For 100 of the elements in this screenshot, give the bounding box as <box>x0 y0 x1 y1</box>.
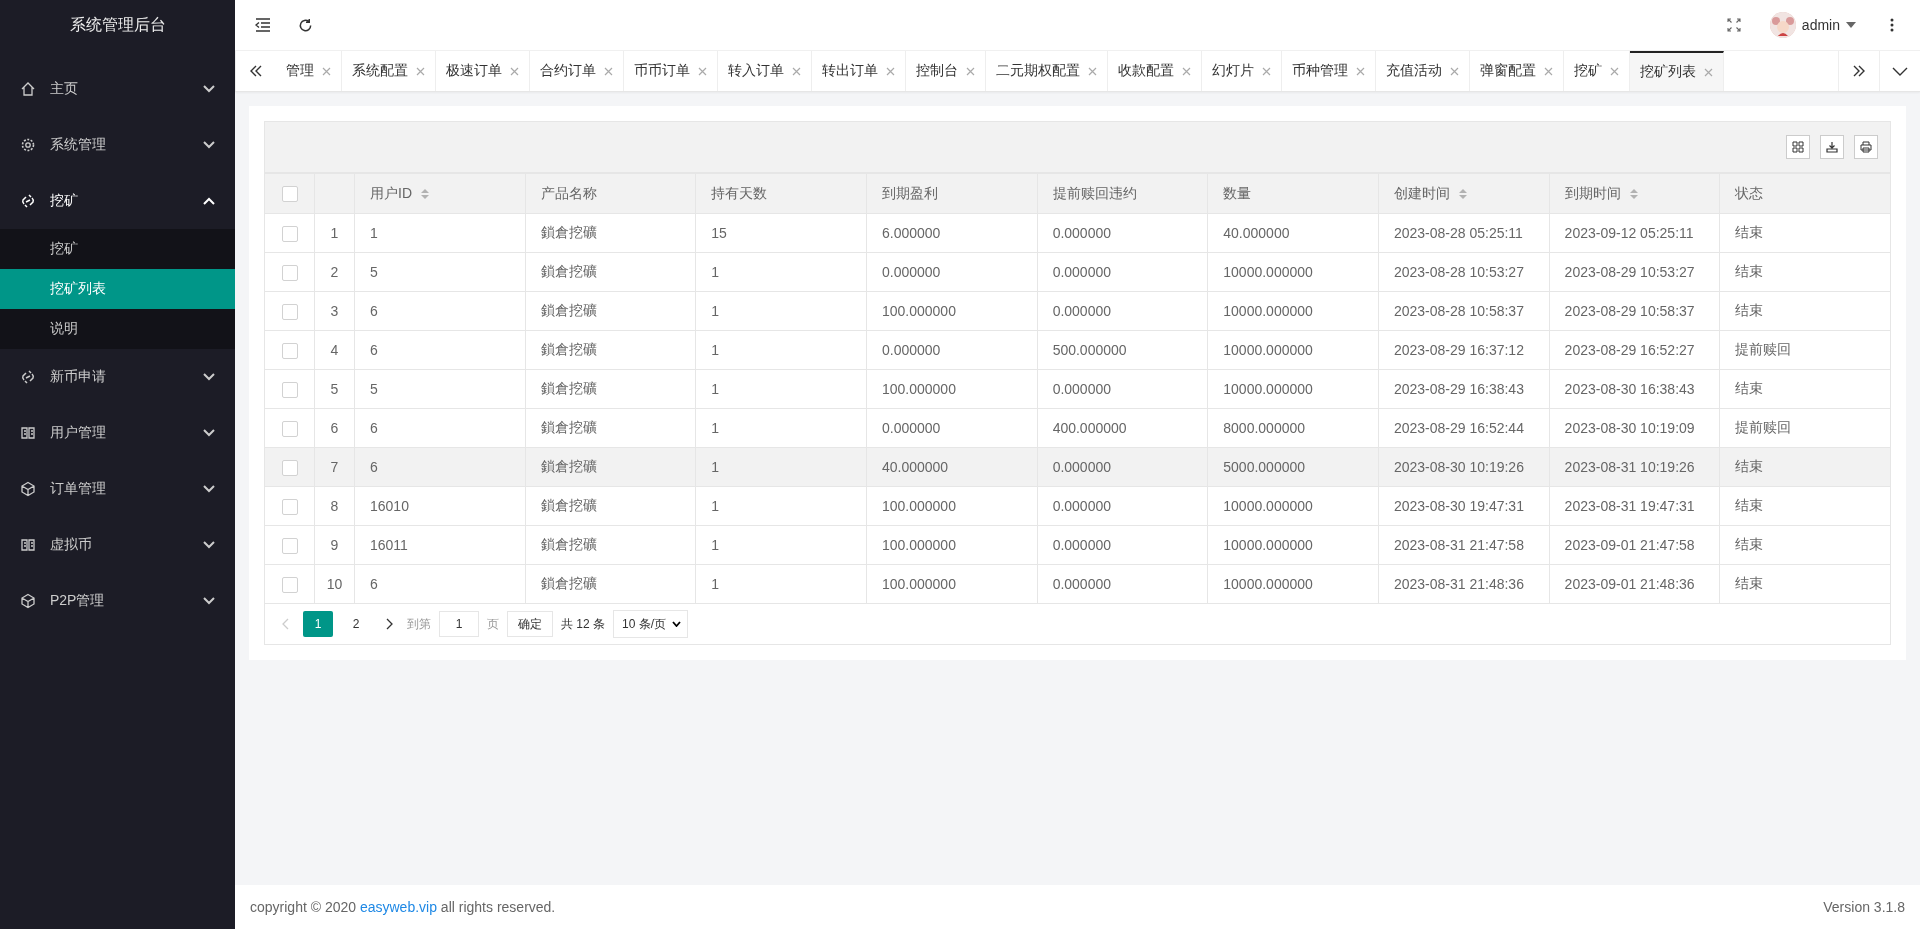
sort-icon[interactable] <box>1628 187 1639 200</box>
page-unit: 页 <box>487 615 499 633</box>
book-icon <box>20 537 36 553</box>
nav-item[interactable]: 新币申请 <box>0 349 235 405</box>
confirm-button[interactable]: 确定 <box>507 611 553 637</box>
nav-subitem[interactable]: 说明 <box>0 309 235 349</box>
nav-item[interactable]: 挖矿 <box>0 173 235 229</box>
sort-icon[interactable] <box>420 187 430 200</box>
close-icon[interactable] <box>1262 66 1271 76</box>
table-row[interactable]: 6 6 鎖倉挖礦 1 0.000000 400.000000 8000.000000 2023-08-29 16:52:44 2023-08-30 10:19:09 提前赎回 <box>264 408 1891 448</box>
tab[interactable]: 转入订单 <box>718 51 812 91</box>
avatar-icon[interactable] <box>1769 12 1796 38</box>
table-cell: 500.000000 <box>1052 342 1127 358</box>
tab[interactable]: 弹窗配置 <box>1470 51 1564 91</box>
table-row[interactable]: 2 5 鎖倉挖礦 1 0.000000 0.000000 10000.000000 2023-08-28 10:53:27 2023-08-29 10:53:27 结束 <box>264 252 1891 292</box>
table-cell: 结束 <box>1735 380 1764 396</box>
tab[interactable]: 幻灯片 <box>1202 51 1282 91</box>
row-checkbox[interactable] <box>281 342 298 359</box>
close-icon[interactable] <box>966 66 975 76</box>
row-checkbox[interactable] <box>281 420 298 437</box>
table-cell: 2023-08-31 21:48:36 <box>1393 576 1524 592</box>
table-row[interactable]: 5 5 鎖倉挖礦 1 100.000000 0.000000 10000.000000 2023-08-29 16:38:43 2023-08-30 16:38:43 结束 <box>264 369 1891 409</box>
close-icon[interactable] <box>1182 66 1191 76</box>
close-icon[interactable] <box>1704 67 1713 77</box>
close-icon[interactable] <box>792 66 801 76</box>
nav-item[interactable]: 系统管理 <box>0 117 235 173</box>
close-icon[interactable] <box>416 66 425 76</box>
row-checkbox[interactable] <box>281 264 298 281</box>
close-icon[interactable] <box>1544 66 1553 76</box>
row-checkbox[interactable] <box>281 303 298 320</box>
tab[interactable]: 合约订单 <box>530 51 624 91</box>
nav-subitem[interactable]: 挖矿 <box>0 229 235 269</box>
user-name[interactable]: admin <box>1801 17 1840 33</box>
tab[interactable]: 极速订单 <box>436 51 530 91</box>
tab[interactable]: 转出订单 <box>812 51 906 91</box>
table-row[interactable]: 3 6 鎖倉挖礦 1 100.000000 0.000000 10000.000000 2023-08-28 10:58:37 2023-08-29 10:58:37 结束 <box>264 291 1891 331</box>
close-icon[interactable] <box>1356 66 1365 76</box>
close-icon[interactable] <box>886 66 895 76</box>
table-cell: 2023-08-31 10:19:26 <box>1564 459 1695 475</box>
table-cell: 0.000000 <box>1052 225 1112 241</box>
table-row[interactable]: 4 6 鎖倉挖礦 1 0.000000 500.000000 10000.000000 2023-08-29 16:37:12 2023-08-29 16:52:27 提前赎回 <box>264 330 1891 370</box>
row-checkbox[interactable] <box>281 459 298 476</box>
column-header: 到期时间 <box>1564 184 1621 203</box>
tab[interactable]: 系统配置 <box>342 51 436 91</box>
nav-item[interactable]: 主页 <box>0 61 235 117</box>
page-button[interactable]: 1 <box>303 611 333 637</box>
tab[interactable]: 充值活动 <box>1376 51 1470 91</box>
row-number: 4 <box>330 342 339 358</box>
nav-item[interactable]: 虚拟币 <box>0 517 235 573</box>
tab[interactable]: 收款配置 <box>1108 51 1202 91</box>
print-icon[interactable] <box>1854 135 1878 159</box>
table-cell: 2023-08-31 19:47:31 <box>1564 498 1695 514</box>
tab[interactable]: 挖矿列表 <box>1630 51 1724 91</box>
table-cell: 5000.000000 <box>1223 459 1306 475</box>
close-icon[interactable] <box>1088 66 1097 76</box>
tab[interactable]: 管理 <box>276 51 342 91</box>
row-checkbox[interactable] <box>281 576 298 593</box>
nav-item[interactable]: 用户管理 <box>0 405 235 461</box>
settings-icon <box>20 137 36 153</box>
table-row[interactable]: 9 16011 鎖倉挖礦 1 100.000000 0.000000 10000.000000 2023-08-31 21:47:58 2023-09-01 21:47:58 结束 <box>264 525 1891 565</box>
table-cell: 2023-08-30 16:38:43 <box>1564 381 1695 397</box>
table-cell: 15 <box>711 225 727 241</box>
table-cell: 鎖倉挖礦 <box>540 302 597 318</box>
table-row[interactable]: 1 1 鎖倉挖礦 15 6.000000 0.000000 40.000000 2023-08-28 05:25:11 2023-09-12 05:25:11 结束 <box>264 213 1891 253</box>
close-icon[interactable] <box>698 66 707 76</box>
tab[interactable]: 控制台 <box>906 51 986 91</box>
tab[interactable]: 二元期权配置 <box>986 51 1108 91</box>
sort-icon[interactable] <box>1457 187 1468 200</box>
page-button[interactable]: 2 <box>341 611 371 637</box>
row-checkbox[interactable] <box>281 225 298 242</box>
row-checkbox[interactable] <box>281 381 298 398</box>
table-cell: 1 <box>370 225 378 241</box>
site-link[interactable]: easyweb.vip <box>359 899 437 915</box>
close-icon[interactable] <box>1610 66 1619 76</box>
table-cell: 2023-08-30 10:19:26 <box>1393 459 1524 475</box>
table-cell: 提前赎回 <box>1735 419 1792 435</box>
table-row[interactable]: 10 6 鎖倉挖礦 1 100.000000 0.000000 10000.000000 2023-08-31 21:48:36 2023-09-01 21:48:36 结束 <box>264 564 1891 604</box>
table-row[interactable]: 8 16010 鎖倉挖礦 1 100.000000 0.000000 10000.000000 2023-08-30 19:47:31 2023-08-31 19:47:31 结束 <box>264 486 1891 526</box>
tab[interactable]: 币币订单 <box>624 51 718 91</box>
nav-item[interactable]: 订单管理 <box>0 461 235 517</box>
columns-icon[interactable] <box>1786 135 1810 159</box>
page-size-select[interactable]: 10 条/页 <box>613 610 689 638</box>
row-checkbox[interactable] <box>281 498 298 515</box>
nav-subitem[interactable]: 挖矿列表 <box>0 269 235 309</box>
tab[interactable]: 币种管理 <box>1282 51 1376 91</box>
close-icon[interactable] <box>604 66 613 76</box>
select-all-checkbox[interactable] <box>281 186 298 203</box>
table-cell: 1 <box>711 498 720 514</box>
caret-icon[interactable] <box>1846 22 1856 28</box>
export-icon[interactable] <box>1820 135 1844 159</box>
close-icon[interactable] <box>510 66 519 76</box>
chevron-icon <box>203 197 215 205</box>
close-icon[interactable] <box>1450 66 1459 76</box>
close-icon[interactable] <box>322 66 331 76</box>
row-checkbox[interactable] <box>281 537 298 554</box>
page-input[interactable]: 1 <box>439 611 479 637</box>
nav-item[interactable]: P2P管理 <box>0 573 235 629</box>
cube-icon <box>20 593 36 609</box>
table-row[interactable]: 7 6 鎖倉挖礦 1 40.000000 0.000000 5000.000000 2023-08-30 10:19:26 2023-08-31 10:19:26 结束 <box>264 447 1891 487</box>
row-number: 5 <box>330 381 339 397</box>
